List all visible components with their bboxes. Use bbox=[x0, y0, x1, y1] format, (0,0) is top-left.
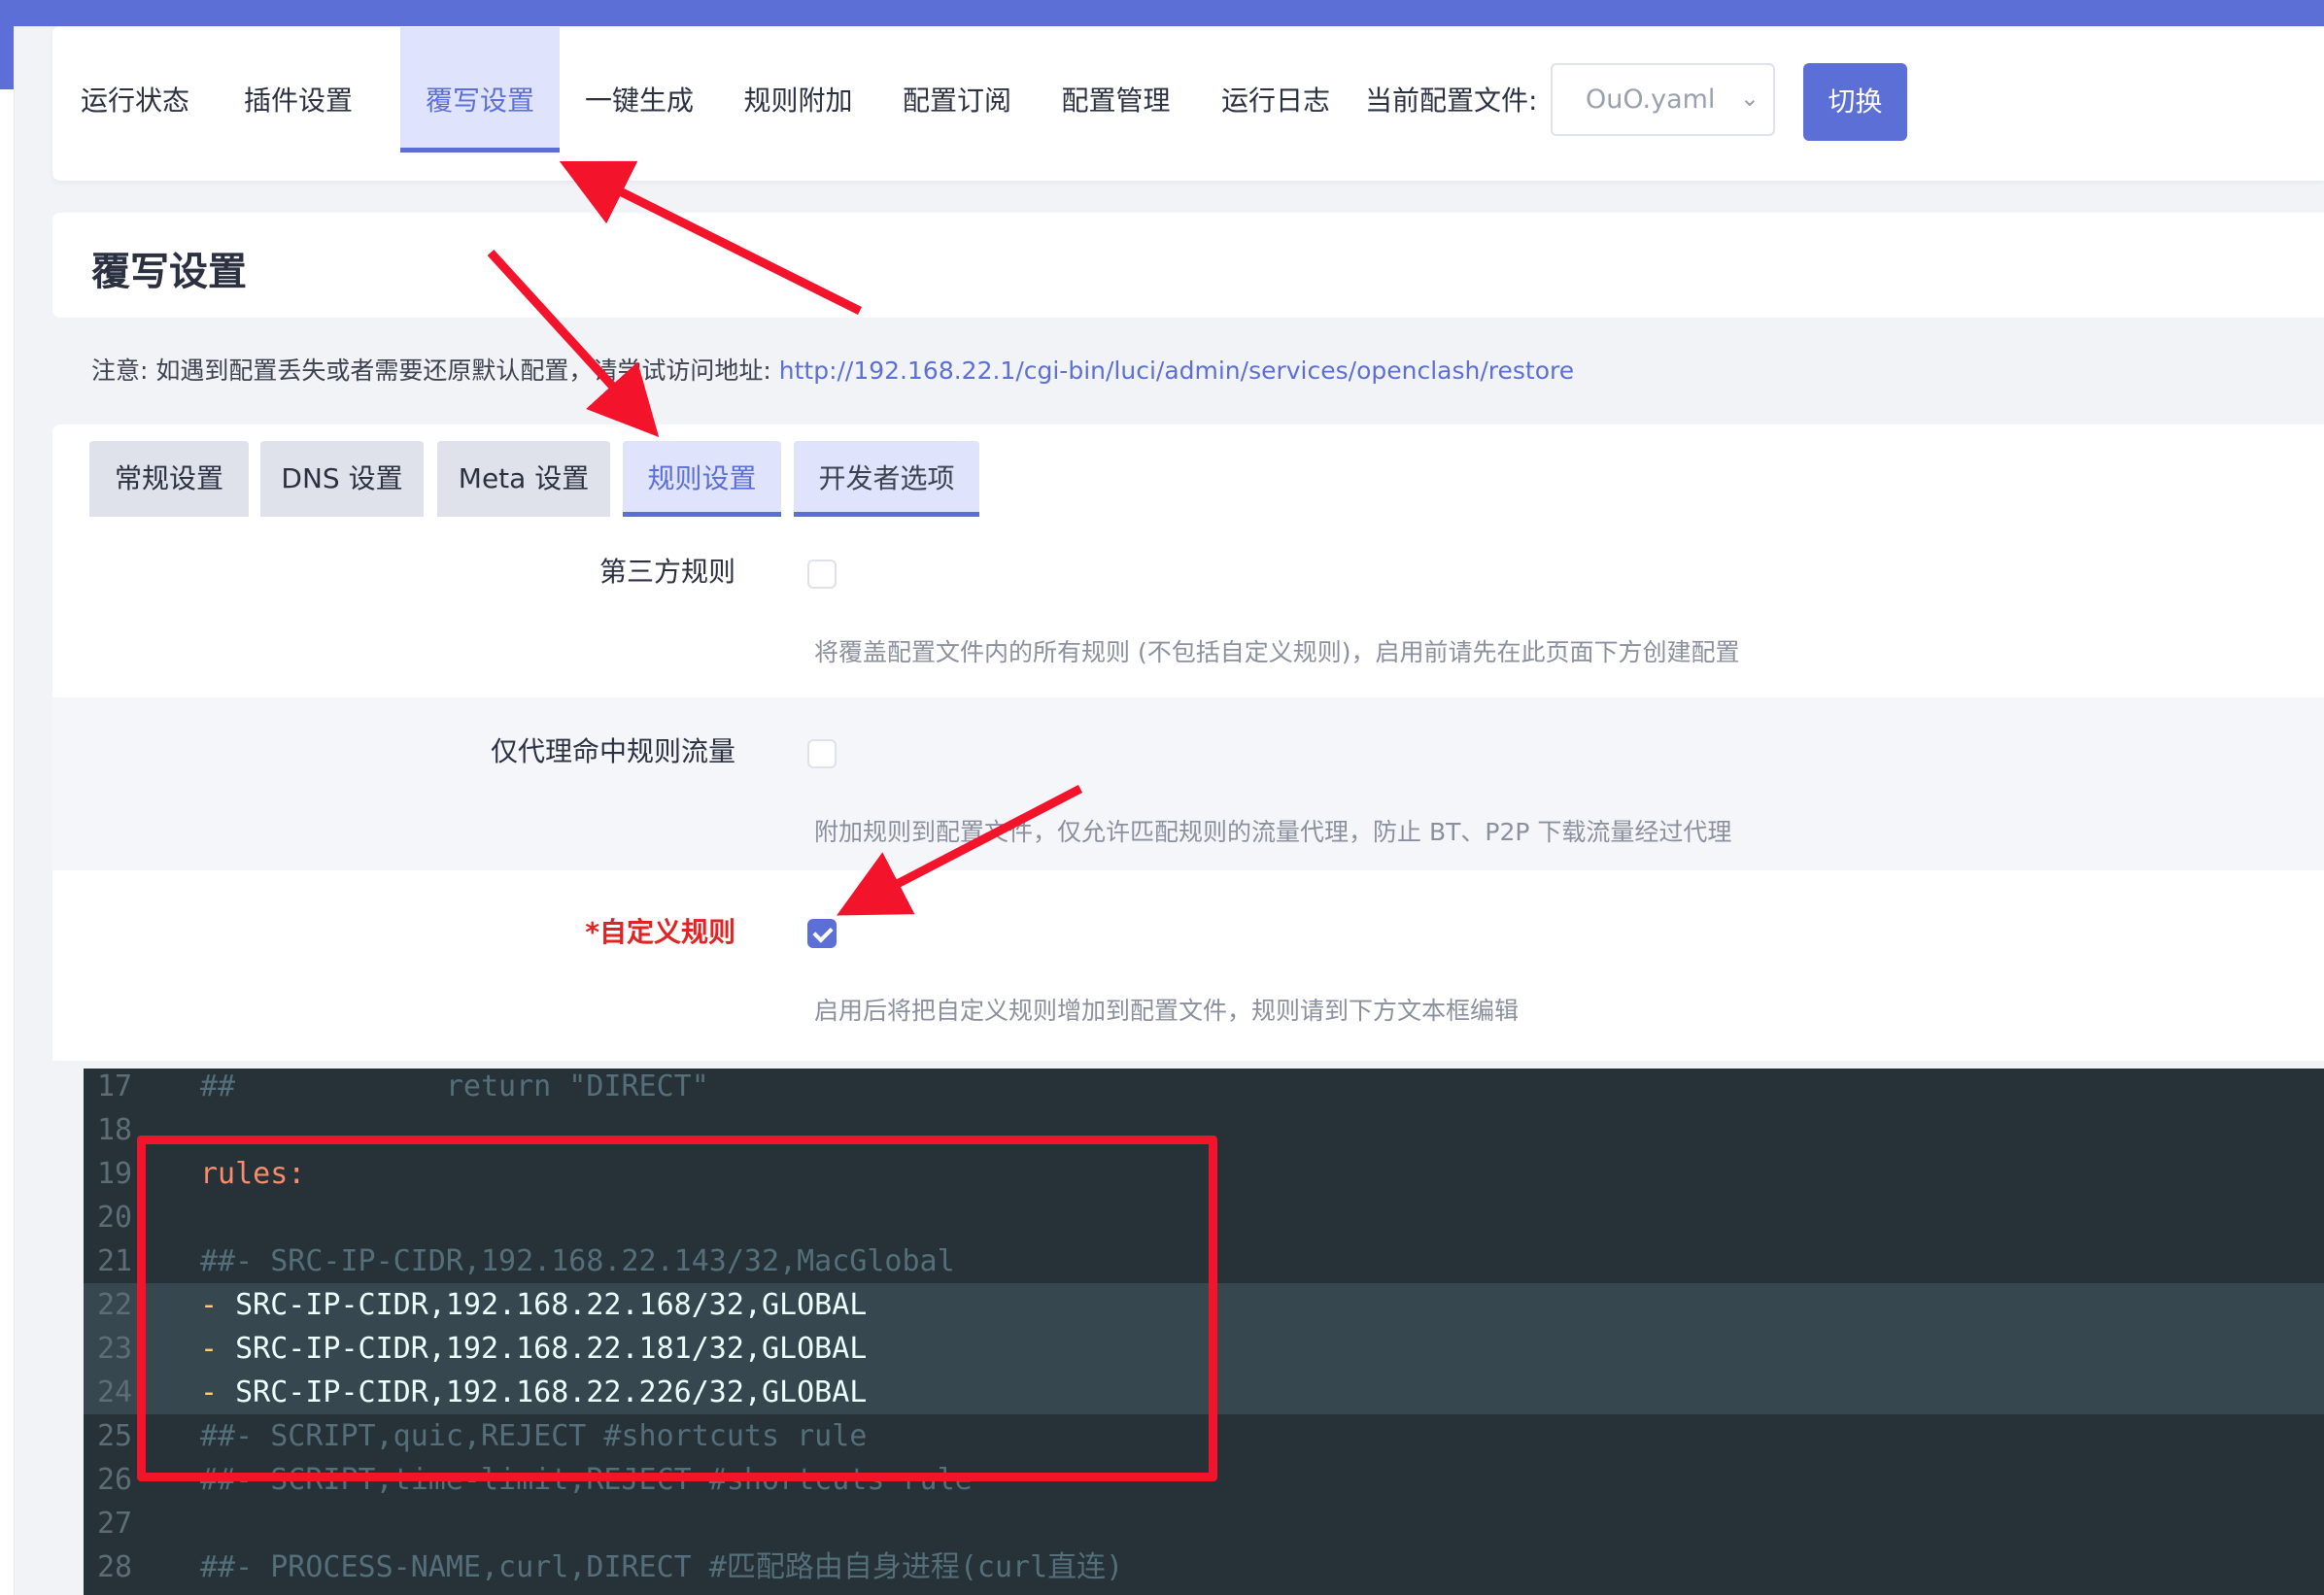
arrow-to-rules-tab bbox=[487, 249, 660, 437]
arrow-to-custom-rules-checkbox bbox=[837, 785, 1083, 916]
arrow-to-override-nav bbox=[559, 160, 863, 316]
annotation-arrows bbox=[487, 160, 1083, 916]
